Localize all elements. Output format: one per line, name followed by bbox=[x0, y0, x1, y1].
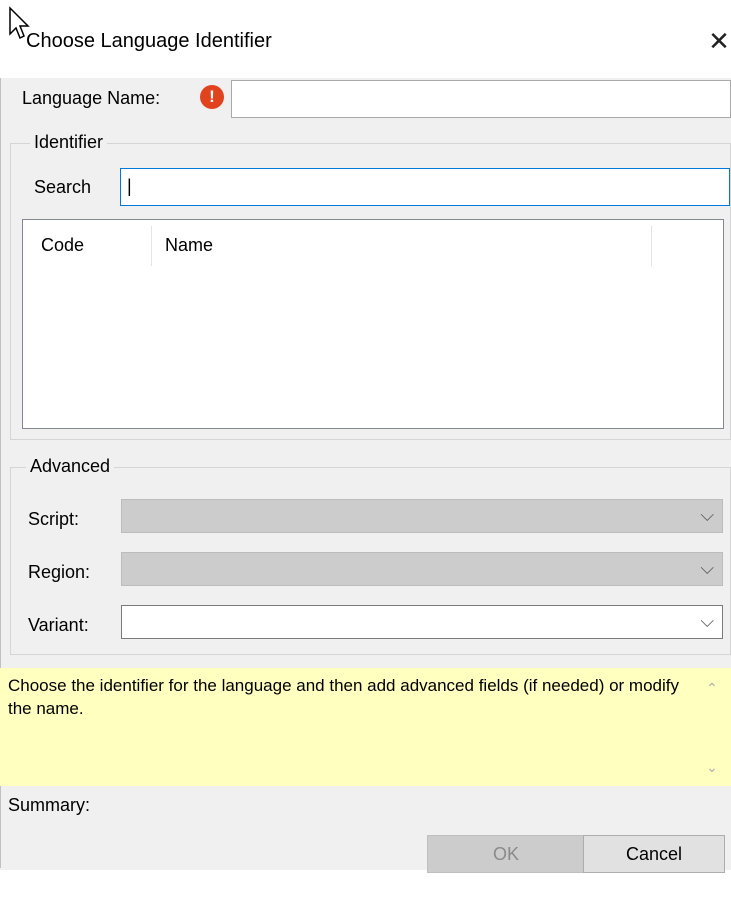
identifier-legend: Identifier bbox=[30, 132, 108, 153]
error-icon: ! bbox=[200, 85, 224, 109]
scroll-up-icon[interactable]: ⌃ bbox=[703, 680, 721, 697]
search-caret: | bbox=[127, 176, 132, 196]
script-dropdown[interactable]: ⌵ bbox=[121, 499, 723, 533]
region-dropdown[interactable]: ⌵ bbox=[121, 552, 723, 586]
title-bar[interactable]: Choose Language Identifier ✕ bbox=[0, 0, 731, 78]
info-panel: Choose the identifier for the language a… bbox=[0, 668, 731, 786]
advanced-legend: Advanced bbox=[26, 456, 115, 477]
chevron-down-icon: ⌵ bbox=[700, 611, 714, 631]
ok-button[interactable]: OK bbox=[427, 835, 585, 873]
region-label: Region: bbox=[28, 562, 91, 582]
language-name-input[interactable] bbox=[231, 80, 731, 118]
info-scrollbar[interactable]: ⌃ ⌄ bbox=[703, 680, 721, 780]
column-divider[interactable] bbox=[651, 226, 652, 266]
column-divider[interactable] bbox=[151, 226, 152, 266]
window-title: Choose Language Identifier bbox=[26, 30, 272, 52]
search-input[interactable]: | bbox=[120, 168, 730, 206]
identifier-list[interactable]: Code Name bbox=[22, 219, 724, 429]
language-name-label: Language Name: bbox=[22, 88, 161, 108]
info-text: Choose the identifier for the language a… bbox=[8, 676, 680, 718]
cancel-button[interactable]: Cancel bbox=[583, 835, 725, 873]
close-icon[interactable]: ✕ bbox=[704, 24, 731, 58]
variant-label: Variant: bbox=[28, 615, 89, 635]
chevron-down-icon: ⌵ bbox=[700, 505, 714, 525]
search-label: Search bbox=[34, 177, 92, 197]
chevron-down-icon: ⌵ bbox=[700, 558, 714, 578]
dialog-window: Choose Language Identifier ✕ Language Na… bbox=[0, 0, 731, 873]
column-header-name[interactable]: Name bbox=[165, 220, 213, 270]
scroll-down-icon[interactable]: ⌄ bbox=[703, 759, 721, 776]
summary-label: Summary: bbox=[8, 795, 91, 815]
script-label: Script: bbox=[28, 509, 80, 529]
variant-dropdown[interactable]: ⌵ bbox=[121, 605, 723, 639]
column-header-code[interactable]: Code bbox=[41, 220, 84, 270]
